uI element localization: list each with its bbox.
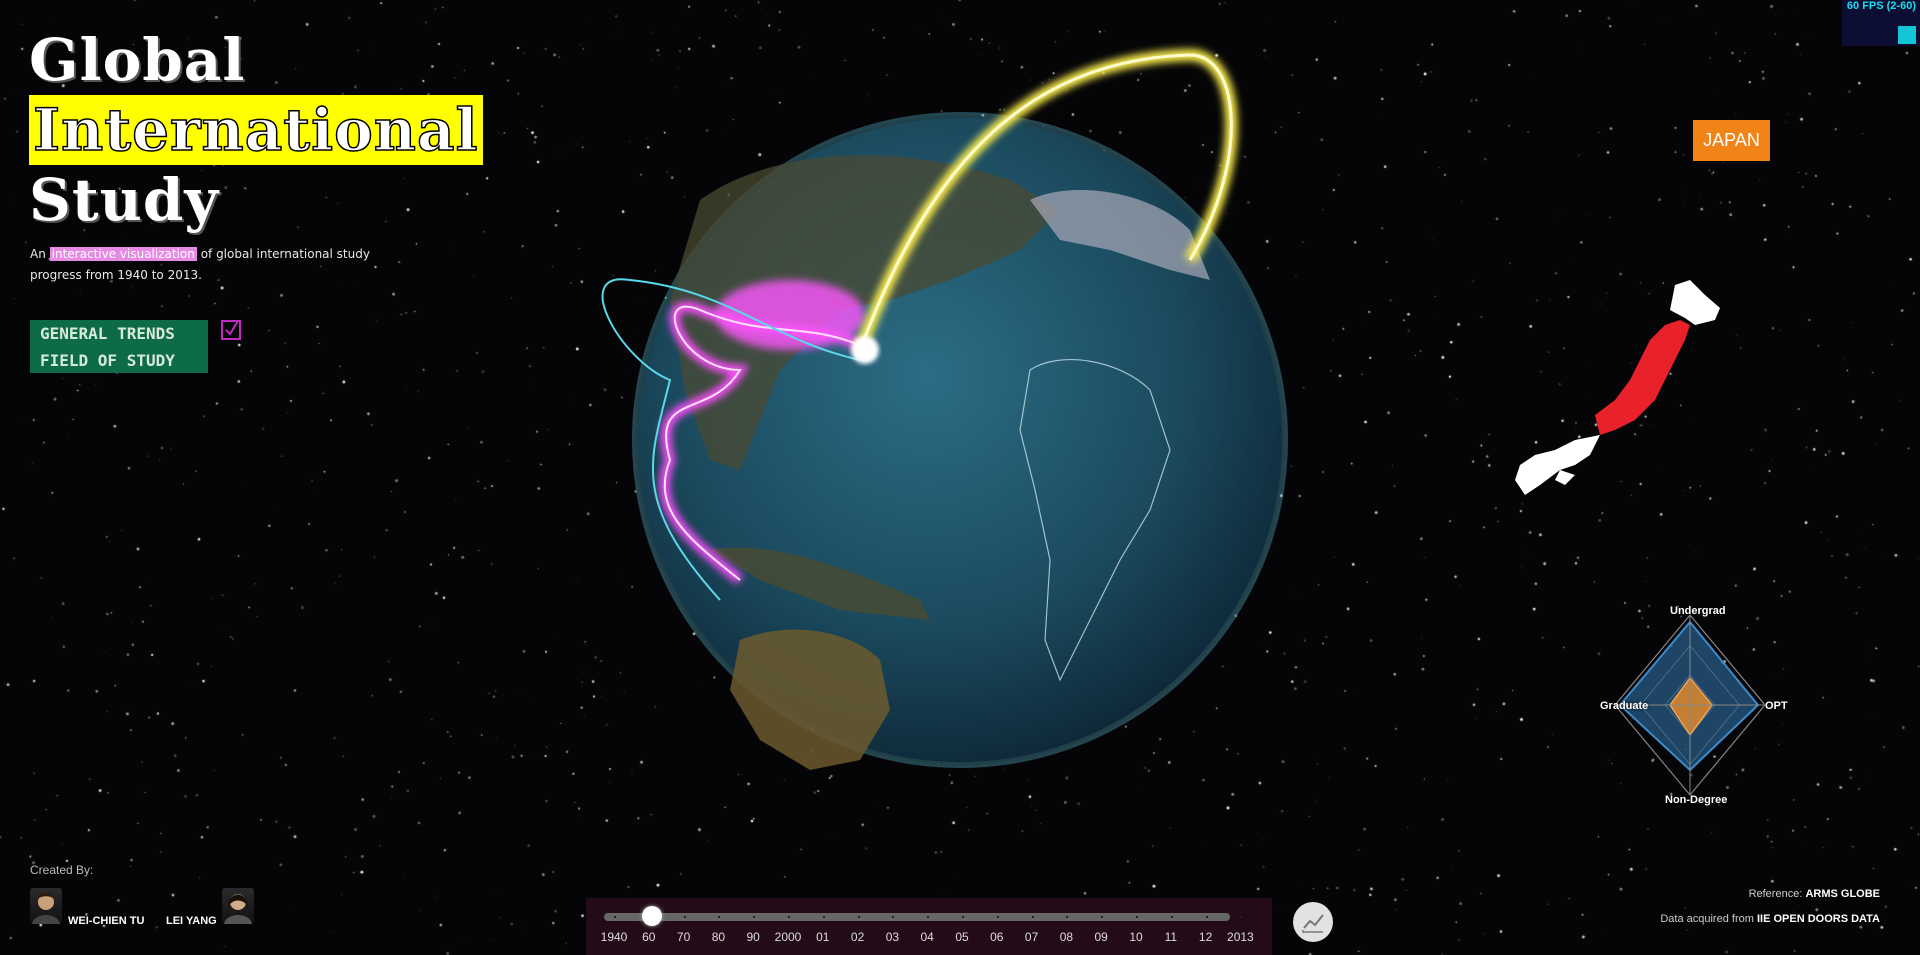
fps-graph bbox=[1898, 26, 1916, 44]
checkmark-icon bbox=[225, 320, 239, 336]
timeline-tick bbox=[1205, 916, 1208, 918]
radar-label-graduate: Graduate bbox=[1600, 700, 1649, 712]
timeline-slider-handle[interactable] bbox=[642, 906, 662, 926]
reference-label: Reference: bbox=[1748, 888, 1803, 900]
timeline-tick bbox=[718, 916, 721, 918]
timeline-tick bbox=[962, 916, 964, 918]
origin-point-japan bbox=[851, 336, 879, 364]
timeline-year-02[interactable]: 02 bbox=[851, 930, 864, 944]
radar-label-undergrad: Undergrad bbox=[1670, 605, 1726, 617]
author-name: LEI YANG bbox=[166, 915, 217, 927]
timeline-year-10[interactable]: 10 bbox=[1129, 930, 1142, 944]
fps-meter: 60 FPS (2-60) bbox=[1842, 0, 1920, 46]
timeline-year-2000[interactable]: 2000 bbox=[775, 930, 802, 944]
timeline-year-80[interactable]: 80 bbox=[712, 930, 725, 944]
radar-label-non-degree: Non-Degree bbox=[1665, 794, 1728, 806]
timeline-year-12[interactable]: 12 bbox=[1199, 930, 1212, 944]
timeline-tick bbox=[857, 916, 860, 918]
timeline-tick bbox=[996, 916, 999, 918]
subtitle-pre: An bbox=[30, 247, 46, 261]
field-of-study-button[interactable]: FIELD OF STUDY bbox=[30, 347, 208, 374]
timeline-tick bbox=[683, 916, 686, 918]
timeline-track[interactable] bbox=[604, 913, 1243, 921]
data-source-label: Data acquired from bbox=[1660, 913, 1754, 925]
selected-country-button[interactable]: JAPAN bbox=[1693, 120, 1770, 161]
general-trends-button[interactable]: GENERAL TRENDS bbox=[30, 320, 208, 347]
title-line-1: Global bbox=[29, 26, 246, 94]
timeline-year-70[interactable]: 70 bbox=[677, 930, 690, 944]
radar-label-opt: OPT bbox=[1765, 700, 1788, 712]
timeline-year-90[interactable]: 90 bbox=[747, 930, 760, 944]
country-map-japan bbox=[1515, 280, 1720, 495]
timeline-year-01[interactable]: 01 bbox=[816, 930, 829, 944]
page-title: Global International Study bbox=[29, 25, 483, 235]
timeline-tick bbox=[1240, 916, 1243, 918]
timeline-year-1940[interactable]: 1940 bbox=[601, 930, 628, 944]
timeline-tick bbox=[614, 916, 616, 918]
timeline-tick bbox=[1170, 916, 1173, 918]
timeline-year-09[interactable]: 09 bbox=[1095, 930, 1108, 944]
timeline-year-06[interactable]: 06 bbox=[990, 930, 1003, 944]
data-source-link[interactable]: IIE OPEN DOORS DATA bbox=[1757, 913, 1880, 925]
timeline-year-03[interactable]: 03 bbox=[886, 930, 899, 944]
year-timeline: 1940 60 70 80 90 2000 01 02 03 04 05 06 07 08 09 10 11 12… bbox=[586, 898, 1272, 955]
reference-text: Reference: ARMS GLOBE bbox=[1749, 888, 1880, 900]
line-chart-icon bbox=[1302, 914, 1324, 933]
timeline-tick bbox=[753, 916, 756, 918]
reference-link[interactable]: ARMS GLOBE bbox=[1805, 888, 1880, 900]
timeline-tick bbox=[1031, 916, 1034, 918]
timeline-tick bbox=[892, 916, 895, 918]
timeline-tick bbox=[1101, 916, 1104, 918]
timeline-year-08[interactable]: 08 bbox=[1060, 930, 1073, 944]
timeline-year-11[interactable]: 11 bbox=[1165, 930, 1177, 944]
avatar bbox=[30, 888, 62, 924]
trend-chart-button[interactable] bbox=[1293, 902, 1333, 942]
timeline-tick bbox=[788, 916, 790, 918]
timeline-tick bbox=[1066, 916, 1069, 918]
timeline-year-60[interactable]: 60 bbox=[642, 930, 655, 944]
timeline-tick bbox=[1136, 916, 1138, 918]
timeline-year-07[interactable]: 07 bbox=[1025, 930, 1038, 944]
mode-checkbox[interactable] bbox=[221, 320, 241, 340]
timeline-tick bbox=[927, 916, 930, 918]
timeline-year-04[interactable]: 04 bbox=[921, 930, 934, 944]
data-source-text: Data acquired from IIE OPEN DOORS DATA bbox=[1660, 913, 1880, 925]
mode-selector: GENERAL TRENDS FIELD OF STUDY bbox=[30, 320, 208, 373]
timeline-year-05[interactable]: 05 bbox=[955, 930, 968, 944]
fps-text: 60 FPS (2-60) bbox=[1846, 0, 1916, 12]
subtitle-highlight: interactive visualization bbox=[49, 247, 197, 261]
timeline-year-2013[interactable]: 2013 bbox=[1227, 930, 1254, 944]
avatar bbox=[222, 888, 254, 924]
globe-visualization[interactable] bbox=[590, 40, 1330, 820]
title-line-3: Study bbox=[29, 166, 220, 234]
credits-label: Created By: bbox=[30, 863, 94, 877]
author-name: WEI-CHIEN TU bbox=[68, 915, 145, 927]
timeline-tick bbox=[822, 916, 825, 918]
australia-landmass bbox=[730, 629, 890, 770]
subtitle: An interactive visualization of global i… bbox=[30, 244, 380, 286]
title-line-2: International bbox=[29, 95, 483, 165]
